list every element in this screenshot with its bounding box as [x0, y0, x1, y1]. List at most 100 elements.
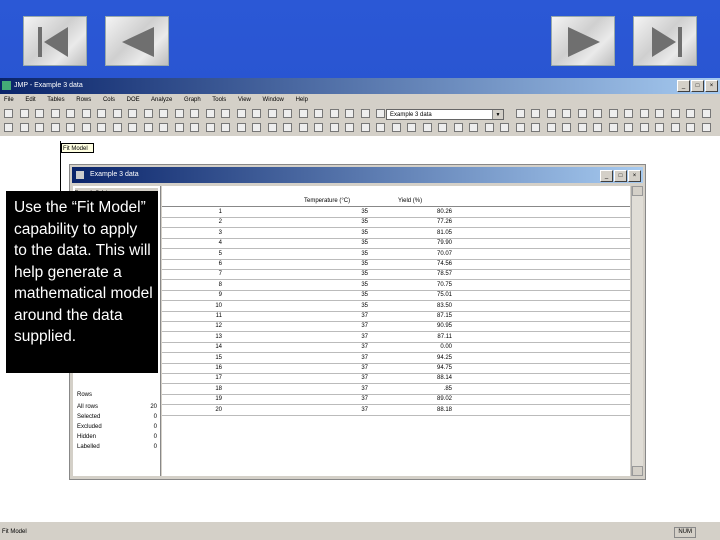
- toolbar-tool-icon[interactable]: [670, 123, 680, 132]
- toolbar-tool-icon[interactable]: [205, 123, 215, 132]
- toolbar-tool-icon[interactable]: [221, 109, 230, 118]
- table-cell[interactable]: 35: [262, 290, 368, 300]
- toolbar-tool-icon[interactable]: [112, 109, 122, 118]
- table-cell[interactable]: 0.00: [372, 342, 452, 352]
- toolbar-tool-icon[interactable]: [639, 123, 649, 132]
- minimize-button[interactable]: _: [677, 80, 690, 92]
- toolbar-tool-icon[interactable]: [174, 123, 184, 132]
- toolbar-tool-icon[interactable]: [686, 109, 695, 118]
- column-header-temperature[interactable]: Temperature (°C): [304, 198, 350, 204]
- menu-rows[interactable]: Rows: [76, 97, 91, 103]
- close-button[interactable]: ×: [705, 80, 718, 92]
- scroll-down-button[interactable]: [632, 466, 643, 476]
- menu-view[interactable]: View: [238, 97, 251, 103]
- table-cell[interactable]: 37: [262, 353, 368, 363]
- table-row[interactable]: 19 37 89.02: [162, 394, 630, 406]
- toolbar-tool-icon[interactable]: [531, 109, 540, 118]
- table-cell[interactable]: 35: [262, 228, 368, 238]
- table-cell[interactable]: 17: [162, 373, 222, 383]
- table-cell[interactable]: 88.14: [372, 373, 452, 383]
- toolbar-tool-icon[interactable]: [50, 109, 60, 118]
- toolbar-tool-icon[interactable]: [360, 123, 370, 132]
- table-cell[interactable]: 35: [262, 301, 368, 311]
- table-cell[interactable]: 83.50: [372, 301, 452, 311]
- toolbar-tool-icon[interactable]: [66, 109, 75, 118]
- table-cell[interactable]: 9: [162, 290, 222, 300]
- toolbar-tool-icon[interactable]: [267, 109, 277, 118]
- table-row[interactable]: 4 35 79.90: [162, 238, 630, 250]
- table-row[interactable]: 3 35 81.05: [162, 228, 630, 239]
- table-row[interactable]: 20 37 88.18: [162, 405, 630, 416]
- toolbar-tool-icon[interactable]: [577, 123, 587, 132]
- toolbar-tool-icon[interactable]: [252, 109, 261, 118]
- toolbar-tool-icon[interactable]: [81, 109, 91, 118]
- toolbar-tool-icon[interactable]: [345, 123, 354, 132]
- table-row[interactable]: 6 35 74.56: [162, 259, 630, 270]
- table-row[interactable]: 17 37 88.14: [162, 373, 630, 385]
- table-cell[interactable]: 18: [162, 384, 222, 394]
- toolbar-tool-icon[interactable]: [283, 123, 292, 132]
- previous-slide-button[interactable]: [105, 16, 169, 66]
- toolbar-tool-icon[interactable]: [376, 109, 385, 118]
- table-cell[interactable]: 77.26: [372, 217, 452, 227]
- menu-analyze[interactable]: Analyze: [151, 97, 172, 103]
- toolbar-tool-icon[interactable]: [562, 109, 571, 118]
- table-cell[interactable]: 35: [262, 259, 368, 269]
- menu-cols[interactable]: Cols: [103, 97, 115, 103]
- table-cell[interactable]: 94.75: [372, 363, 452, 373]
- table-cell[interactable]: 87.11: [372, 332, 452, 342]
- table-cell[interactable]: 19: [162, 394, 222, 404]
- toolbar-tool-icon[interactable]: [655, 109, 664, 118]
- menu-window[interactable]: Window: [263, 97, 284, 103]
- toolbar-tool-icon[interactable]: [438, 123, 447, 132]
- vertical-scrollbar[interactable]: [631, 186, 643, 476]
- toolbar-tool-icon[interactable]: [221, 123, 230, 132]
- toolbar-tool-icon[interactable]: [624, 123, 633, 132]
- toolbar-tool-icon[interactable]: [283, 109, 292, 118]
- table-cell[interactable]: 1: [162, 207, 222, 217]
- table-cell[interactable]: 7: [162, 269, 222, 279]
- toolbar-tool-icon[interactable]: [4, 109, 13, 118]
- toolbar-tool-icon[interactable]: [298, 109, 308, 118]
- toolbar-tool-icon[interactable]: [190, 109, 199, 118]
- table-row[interactable]: 2 35 77.26: [162, 217, 630, 229]
- toolbar-tool-icon[interactable]: [159, 109, 168, 118]
- toolbar-tool-icon[interactable]: [500, 123, 509, 132]
- toolbar-tool-icon[interactable]: [546, 123, 556, 132]
- toolbar-tool-icon[interactable]: [143, 109, 153, 118]
- table-cell[interactable]: 37: [262, 311, 368, 321]
- last-slide-button[interactable]: [633, 16, 697, 66]
- maximize-button[interactable]: □: [691, 80, 704, 92]
- table-row[interactable]: 11 37 87.15: [162, 311, 630, 322]
- toolbar-tool-icon[interactable]: [639, 109, 649, 118]
- table-cell[interactable]: 70.07: [372, 249, 452, 259]
- first-slide-button[interactable]: [23, 16, 87, 66]
- table-cell[interactable]: 16: [162, 363, 222, 373]
- toolbar-tool-icon[interactable]: [701, 123, 711, 132]
- toolbar-tool-icon[interactable]: [128, 109, 137, 118]
- table-cell[interactable]: 8: [162, 280, 222, 290]
- toolbar-tool-icon[interactable]: [670, 109, 680, 118]
- table-cell[interactable]: 5: [162, 249, 222, 259]
- toolbar-tool-icon[interactable]: [329, 109, 339, 118]
- toolbar-tool-icon[interactable]: [531, 123, 540, 132]
- toolbar-tool-icon[interactable]: [112, 123, 122, 132]
- table-row[interactable]: 18 37 .85: [162, 384, 630, 395]
- column-header-yield[interactable]: Yield (%): [398, 198, 422, 204]
- table-cell[interactable]: 88.18: [372, 405, 452, 415]
- toolbar-tool-icon[interactable]: [314, 123, 323, 132]
- toolbar-tool-icon[interactable]: [655, 123, 664, 132]
- table-cell[interactable]: 90.95: [372, 321, 452, 331]
- toolbar-tool-icon[interactable]: [624, 109, 633, 118]
- toolbar-tool-icon[interactable]: [236, 123, 246, 132]
- toolbar-tool-icon[interactable]: [174, 109, 184, 118]
- table-cell[interactable]: 81.05: [372, 228, 452, 238]
- toolbar-tool-icon[interactable]: [345, 109, 354, 118]
- table-cell[interactable]: 87.15: [372, 311, 452, 321]
- table-cell[interactable]: 6: [162, 259, 222, 269]
- toolbar-tool-icon[interactable]: [407, 123, 416, 132]
- table-cell[interactable]: .85: [372, 384, 452, 394]
- toolbar-tool-icon[interactable]: [515, 123, 525, 132]
- toolbar-tool-icon[interactable]: [4, 123, 13, 132]
- table-cell[interactable]: 78.57: [372, 269, 452, 279]
